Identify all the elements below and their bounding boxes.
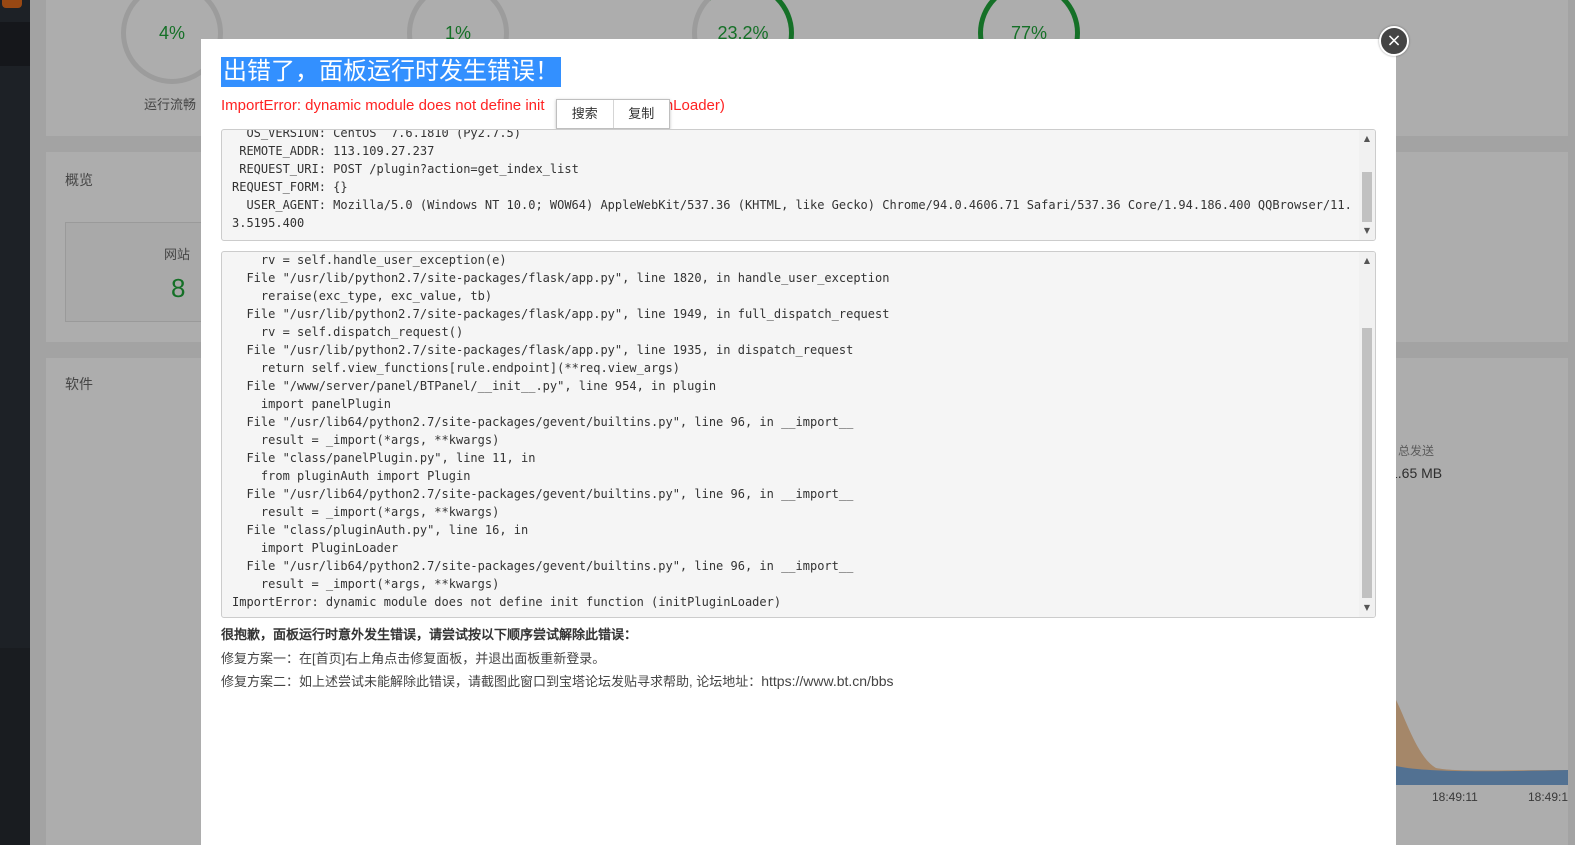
traceback-scrollbar[interactable]: ▲ ▼ bbox=[1359, 252, 1375, 617]
scroll-down-icon[interactable]: ▼ bbox=[1359, 224, 1375, 238]
scroll-up-icon[interactable]: ▲ bbox=[1359, 254, 1375, 268]
help-step-1: 修复方案一：在[首页]右上角点击修复面板，并退出面板重新登录。 bbox=[221, 651, 606, 666]
scroll-down-icon[interactable]: ▼ bbox=[1359, 601, 1375, 615]
traceback-box[interactable]: rv = self.handle_user_exception(e) File … bbox=[221, 251, 1376, 618]
forum-link[interactable]: https://www.bt.cn/bbs bbox=[761, 673, 893, 689]
scroll-thumb[interactable] bbox=[1362, 328, 1372, 598]
scroll-up-icon[interactable]: ▲ bbox=[1359, 132, 1375, 146]
help-heading: 很抱歉，面板运行时意外发生错误，请尝试按以下顺序尝试解除此错误： bbox=[221, 627, 638, 642]
scroll-thumb[interactable] bbox=[1362, 172, 1372, 222]
traceback-text: rv = self.handle_user_exception(e) File … bbox=[232, 253, 890, 609]
error-summary-right: inLoader) bbox=[661, 97, 725, 114]
help-step-2-text: 修复方案二：如上述尝试未能解除此错误，请截图此窗口到宝塔论坛发贴寻求帮助, 论坛… bbox=[221, 674, 762, 689]
help-step-2: 修复方案二：如上述尝试未能解除此错误，请截图此窗口到宝塔论坛发贴寻求帮助, 论坛… bbox=[221, 671, 894, 690]
context-search-button[interactable]: 搜索 bbox=[557, 100, 613, 128]
context-copy-button[interactable]: 复制 bbox=[612, 100, 670, 128]
error-summary-left: ImportError: dynamic module does not def… bbox=[221, 97, 545, 114]
error-dialog: 出错了，面板运行时发生错误！ ImportError: dynamic modu… bbox=[201, 39, 1396, 845]
selection-context-menu: 搜索 复制 bbox=[556, 99, 670, 129]
request-info-text: OS_VERSION: CentOS 7.6.1810 (Py2.7.5) RE… bbox=[232, 129, 1352, 230]
error-title: 出错了，面板运行时发生错误！ bbox=[221, 57, 561, 87]
request-info-box[interactable]: OS_VERSION: CentOS 7.6.1810 (Py2.7.5) RE… bbox=[221, 129, 1376, 241]
request-info-scrollbar[interactable]: ▲ ▼ bbox=[1359, 130, 1375, 240]
close-icon[interactable]: × bbox=[1379, 26, 1409, 56]
